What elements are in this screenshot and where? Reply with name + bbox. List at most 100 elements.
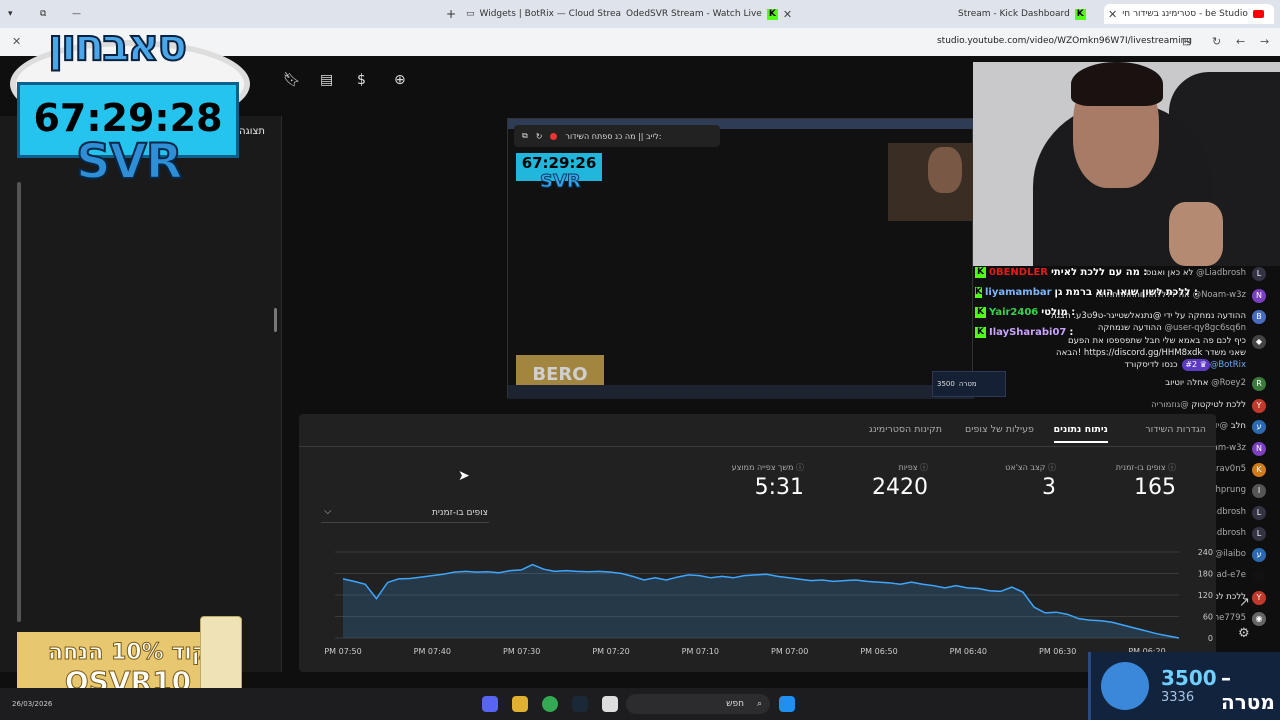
stream-preview[interactable]: ⧉ ↻ לייב || מה כנ ספתח השידור: 67:29:26 … <box>507 118 1006 399</box>
steam-icon[interactable] <box>572 696 588 712</box>
chat-message[interactable]: ללכת לטיקטוק @גוזמוריה Y <box>1016 399 1266 413</box>
kick-icon: K <box>766 8 778 20</box>
analytics-panel: הגדרות השידור ניתוח נתונים פעילות של צופ… <box>299 414 1216 672</box>
overlay-chat-user: liyamambar <box>984 286 1052 298</box>
tab-youtube-studio[interactable]: ✕ סטרימינג בשידור חי - be Studio <box>1104 4 1274 24</box>
chat-author[interactable]: @Noam-w3z <box>1193 290 1246 300</box>
monetization-icon[interactable]: $ <box>357 72 366 88</box>
preview-goal: 3500 מטרה <box>932 371 1006 397</box>
chat-author[interactable]: @ilaibo <box>1215 549 1246 559</box>
chat-author[interactable]: @גוזמוריה <box>1151 400 1189 410</box>
leaderboard-badge: #2 ♛ <box>1182 359 1210 371</box>
windows-start-icon[interactable] <box>779 696 795 712</box>
clapper-icon[interactable]: ▤ <box>320 72 333 88</box>
tab-kick-dashboard[interactable]: Stream - Kick Dashboard K <box>958 4 1098 24</box>
chat-avatar[interactable]: ◆ <box>1252 335 1266 349</box>
tab-close-icon[interactable]: ✕ <box>783 8 792 21</box>
chat-body: אחלה יוטיוב <box>1165 378 1209 388</box>
new-tab-button[interactable]: + <box>446 4 456 24</box>
chart-x-tick: PM 07:20 <box>592 647 629 656</box>
chat-scroll-thumb[interactable] <box>274 308 277 332</box>
promote-icon[interactable]: ⊕ <box>394 72 406 88</box>
chat-avatar[interactable]: L <box>1252 527 1266 541</box>
preview-taskbar <box>508 385 974 399</box>
live-chat-panel: תצוגה <box>0 116 282 672</box>
chart-y-tick: 240 <box>1198 548 1213 557</box>
reader-icon[interactable]: ⊟ <box>1182 35 1191 48</box>
copy-icon[interactable]: ⧉ <box>522 131 528 141</box>
chart-x-tick: PM 07:30 <box>503 647 540 656</box>
expand-icon[interactable]: ↗ <box>1239 595 1250 610</box>
chrome-icon[interactable] <box>542 696 558 712</box>
page-icon: ▭ <box>466 9 475 19</box>
chart-x-tick: PM 07:00 <box>771 647 808 656</box>
kick-icon: K <box>1074 8 1086 20</box>
tab-botrix[interactable]: ▭ Widgets | BotRix — Cloud Strea ✕ <box>466 4 621 24</box>
forward-icon[interactable]: → <box>1260 35 1269 48</box>
overlay-chat: K 0BENDLER מה עם ללכת לאיתי : Kliyamambar … <box>975 262 1198 342</box>
chat-author[interactable]: @Liadbrosh <box>1196 268 1246 278</box>
app-icon[interactable] <box>512 696 528 712</box>
chat-avatar[interactable]: ע <box>1252 420 1266 434</box>
overlay-chat-line: K IlaySharabi07 : <box>975 322 1195 342</box>
overlay-chat-line: K 0BENDLER מה עם ללכת לאיתי : <box>975 262 1195 282</box>
dropdown-underline <box>321 522 489 523</box>
metric-chat-rate: קצב הצ'אט 3 <box>1005 462 1056 500</box>
tab-viewer-activity[interactable]: פעילות של צופים <box>965 424 1034 435</box>
chat-body: חלב <box>1230 421 1246 431</box>
live-dot-icon <box>550 132 558 140</box>
chat-avatar[interactable]: L <box>1252 506 1266 520</box>
url-text[interactable]: studio.youtube.com/video/WZOmkn96W7I/liv… <box>937 36 1192 46</box>
chat-avatar[interactable]: ע <box>1252 548 1266 562</box>
viewers-chart: 0 60 120 180 240 PM 07:50 PM 07:40 PM 07:30 PM 0… <box>299 544 1216 672</box>
chat-avatar[interactable]: ◉ <box>1252 612 1266 626</box>
chat-avatar[interactable]: R <box>1252 377 1266 391</box>
refresh-icon[interactable]: ↻ <box>536 132 543 141</box>
overlay-chat-message: : <box>1069 326 1074 338</box>
tab-close-icon[interactable]: ✕ <box>1108 8 1117 21</box>
chart-x-tick: PM 07:40 <box>414 647 451 656</box>
bookmark-icon[interactable]: 🔖︎ <box>283 72 301 88</box>
tab-divider <box>299 446 1216 447</box>
chat-avatar[interactable]: L <box>1252 267 1266 281</box>
tab-stream-settings[interactable]: הגדרות השידור <box>1145 424 1206 435</box>
preview-title-bar[interactable]: ⧉ ↻ לייב || מה כנ ספתח השידור: <box>514 125 720 147</box>
overlay-chat-user: 0BENDLER <box>989 266 1048 278</box>
overlay-chat-line: K Yair2406 מולטי : <box>975 302 1195 322</box>
chat-author[interactable]: @BotRix <box>1210 360 1246 370</box>
chat-message-text: ללכת לטיקטוק @גוזמוריה <box>1151 399 1246 411</box>
discord-icon[interactable] <box>482 696 498 712</box>
chart-x-tick: PM 06:30 <box>1039 647 1076 656</box>
chat-avatar[interactable]: I <box>1252 484 1266 498</box>
reload-icon[interactable]: ↻ <box>1212 35 1221 48</box>
taskbar-search[interactable]: חפש ⌕ <box>626 694 770 714</box>
chat-message[interactable]: אחלה יוטיוב @Roey2 R <box>1016 377 1266 391</box>
tab-analytics[interactable]: ניתוח נתונים <box>1053 424 1109 443</box>
kick-icon: K <box>975 286 982 298</box>
file-explorer-icon[interactable] <box>602 696 618 712</box>
kick-icon: K <box>975 266 986 278</box>
tab-kick-watch[interactable]: OdedSVR Stream - Watch Live K ✕ <box>626 4 796 24</box>
overlay-chat-user: Yair2406 <box>989 306 1039 318</box>
tab-stream-health[interactable]: תקינות הסטרימינג <box>869 424 942 435</box>
preview-brand: SVR <box>540 171 582 193</box>
metric-dropdown-label[interactable]: צופים בו-זמנית <box>432 508 488 518</box>
chat-avatar[interactable]: N <box>1252 289 1266 303</box>
chat-avatar[interactable]: B <box>1252 310 1266 324</box>
chat-avatar[interactable]: Y <box>1252 399 1266 413</box>
chat-avatar[interactable]: N <box>1252 442 1266 456</box>
chat-avatar[interactable] <box>1252 569 1266 583</box>
chevron-down-icon[interactable]: ⌵ <box>324 506 332 517</box>
overlay-chat-user: IlaySharabi07 <box>989 326 1067 338</box>
back-icon[interactable]: ← <box>1236 35 1245 48</box>
chat-avatar[interactable]: K <box>1252 463 1266 477</box>
settings-gear-icon[interactable]: ⚙ <box>1238 626 1250 641</box>
chat-scrollbar[interactable] <box>17 182 21 622</box>
chat-author[interactable]: @Roey2 <box>1211 378 1246 388</box>
logo-text: סאבחון <box>47 19 188 72</box>
studio-toolbar <box>240 56 980 106</box>
youtube-icon <box>1252 10 1264 18</box>
chat-avatar[interactable]: Y <box>1252 591 1266 605</box>
chart-x-tick: PM 07:10 <box>682 647 719 656</box>
search-icon: ⌕ <box>756 699 762 709</box>
